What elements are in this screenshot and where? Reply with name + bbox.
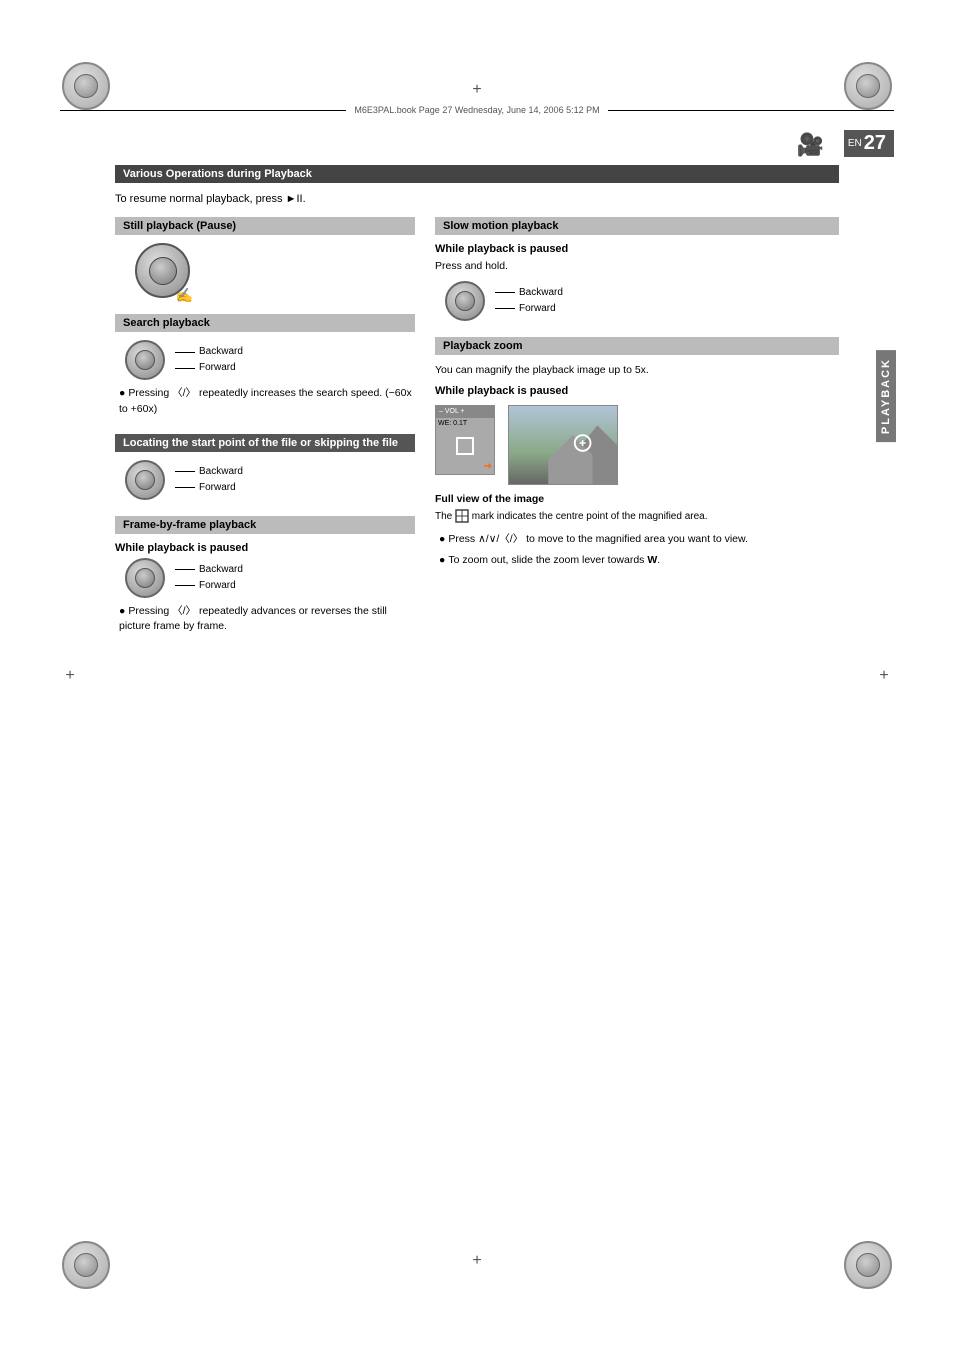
full-view-text: The mark indicates the centre point of t… [435,509,839,524]
zoom-bullet1: Press ∧/∨/〈/〉 to move to the magnified a… [435,532,839,548]
zoom-we-label: WE: 0.1T [438,420,467,427]
search-forward-label: Forward [199,360,236,376]
frame-backward-label: Backward [199,562,243,578]
search-joystick-container: Backward Forward [125,340,415,380]
right-column: Slow motion playback While playback is p… [435,217,839,651]
frame-while-paused: While playback is paused [115,542,415,554]
zoom-left-panel: – VOL + WE: 0.1T ➔ [435,405,500,475]
search-forward-line: Forward [175,360,243,376]
zoom-image-content [509,406,617,484]
frame-joystick-labels: Backward Forward [175,562,243,594]
zoom-display-body: WE: 0.1T ➔ [436,418,494,474]
file-info-bar: M6E3PAL.book Page 27 Wednesday, June 14,… [60,100,894,120]
locating-section: Locating the start point of the file or … [115,434,415,500]
search-bullet: Pressing 〈/〉 repeatedly increases the se… [115,386,415,418]
slow-forward-line: Forward [495,301,563,317]
slow-joystick-container: Backward Forward [445,281,839,321]
zoom-intro: You can magnify the playback image up to… [435,363,839,379]
locating-backward-label: Backward [199,464,243,480]
slow-motion-header: Slow motion playback [435,217,839,235]
finger-icon: ✍ [176,287,193,304]
search-joystick-labels: Backward Forward [175,344,243,376]
search-joystick [125,340,165,380]
center-mark-icon [455,509,469,523]
zoom-rect [456,437,474,455]
locating-joystick [125,460,165,500]
frame-forward-label: Forward [199,578,236,594]
cross-mark-bottom [467,1251,487,1271]
frame-joystick-container: Backward Forward [125,558,415,598]
frame-forward-line: Forward [175,578,243,594]
page-lang-label: EN [848,138,862,149]
main-title: Various Operations during Playback [115,165,839,183]
intro-text: To resume normal playback, press ►II. [115,193,839,205]
zoom-bullet2: To zoom out, slide the zoom lever toward… [435,553,839,569]
search-playback-section: Search playback Backward Forward [115,314,415,418]
locating-forward-label: Forward [199,480,236,496]
still-playback-header: Still playback (Pause) [115,217,415,235]
zoom-arrow-icon: ➔ [484,461,492,472]
playback-zoom-section: Playback zoom You can magnify the playba… [435,337,839,569]
slow-backward-line: Backward [495,285,563,301]
zoom-vol-text: – VOL + [439,408,465,415]
page-number: 27 [864,132,886,155]
frame-backward-line: Backward [175,562,243,578]
locating-header: Locating the start point of the file or … [115,434,415,452]
slow-joystick [445,281,485,321]
cross-mark-right [874,666,894,686]
locating-joystick-labels: Backward Forward [175,464,243,496]
slow-backward-label: Backward [519,285,563,301]
corner-decoration-bl [62,1241,110,1289]
frame-by-frame-section: Frame-by-frame playback While playback i… [115,516,415,636]
locating-joystick-container: Backward Forward [125,460,415,500]
two-column-layout: Still playback (Pause) ✍ Search playback [115,217,839,651]
camera-icon: 🎥 [797,132,824,158]
locating-backward-line: Backward [175,464,243,480]
frame-bullet: Pressing 〈/〉 repeatedly advances or reve… [115,604,415,636]
cross-mark-left [60,666,80,686]
slow-motion-section: Slow motion playback While playback is p… [435,217,839,321]
zoom-image-svg [509,405,617,485]
frame-joystick [125,558,165,598]
file-info-text: M6E3PAL.book Page 27 Wednesday, June 14,… [346,105,607,115]
main-content-area: Various Operations during Playback To re… [115,165,839,1231]
left-column: Still playback (Pause) ✍ Search playback [115,217,415,651]
slow-joystick-labels: Backward Forward [495,285,563,317]
slow-press-hold: Press and hold. [435,259,839,275]
full-view-description: mark indicates the centre point of the m… [472,511,708,522]
zoom-display-header: – VOL + [436,406,494,418]
playback-zoom-header: Playback zoom [435,337,839,355]
slow-forward-label: Forward [519,301,556,317]
zoom-images-container: – VOL + WE: 0.1T ➔ [435,405,839,485]
cross-mark-top [467,80,487,100]
search-backward-label: Backward [199,344,243,360]
still-playback-joystick: ✍ [135,243,190,298]
zoom-magnified-image [508,405,618,485]
zoom-display: – VOL + WE: 0.1T ➔ [435,405,495,475]
search-backward-line: Backward [175,344,243,360]
full-view-label: Full view of the image [435,493,839,505]
locating-forward-line: Forward [175,480,243,496]
page-number-badge: EN 27 [844,130,894,157]
search-playback-header: Search playback [115,314,415,332]
locating-title: Locating the start point of the file or … [123,437,398,449]
corner-decoration-br [844,1241,892,1289]
frame-by-frame-header: Frame-by-frame playback [115,516,415,534]
slow-while-paused: While playback is paused [435,243,839,255]
still-playback-section: Still playback (Pause) ✍ [115,217,415,298]
playback-section-label: PLAYBACK [876,350,896,442]
zoom-while-paused: While playback is paused [435,385,839,397]
